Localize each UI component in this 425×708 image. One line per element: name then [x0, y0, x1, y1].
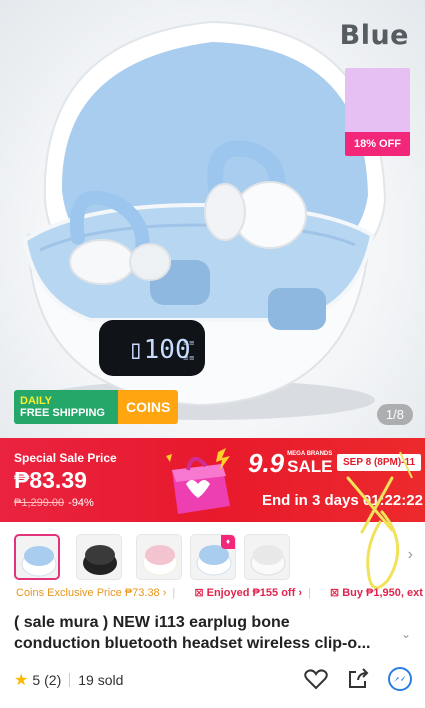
- special-sale-label: Special Sale Price: [14, 451, 117, 465]
- divider: [69, 673, 71, 687]
- svg-text:≡≡: ≡≡: [183, 339, 195, 347]
- sale-event-logo: 9.9 MEGA BRANDS SALE: [248, 450, 333, 476]
- rating-count: (2): [44, 672, 62, 688]
- voucher-icon: ⊠: [194, 587, 204, 599]
- sale-price: ₱83.39: [14, 467, 87, 493]
- sold-count: 19 sold: [78, 672, 124, 688]
- earbuds-case-illustration: ▯100 ≡≡ ≡≡: [22, 20, 387, 420]
- messenger-icon[interactable]: [387, 666, 413, 692]
- coins-label: COINS: [118, 390, 179, 424]
- share-icon[interactable]: [345, 666, 371, 692]
- heart-icon[interactable]: [303, 666, 329, 692]
- enjoyed-discount-promo[interactable]: ⊠ Enjoyed ₱155 off ›: [194, 586, 302, 599]
- product-actions: [303, 666, 413, 692]
- chevron-right-icon[interactable]: ›: [408, 546, 413, 564]
- rating-score: 5: [32, 672, 41, 688]
- product-image[interactable]: ▯100 ≡≡ ≡≡ Blue 18% OFF DAILY FREE SHIPP…: [0, 0, 425, 438]
- product-title[interactable]: ( sale mura ) NEW i113 earplug bone cond…: [14, 612, 394, 654]
- hot-tag-icon: ♦: [221, 535, 235, 549]
- event-sale-word: SALE: [287, 457, 333, 476]
- chevron-down-icon[interactable]: ⌄: [401, 627, 411, 641]
- discount-percent: -94%: [68, 497, 94, 509]
- bundle-deal-promo[interactable]: ⊠ Buy ₱1,950, ext: [330, 586, 423, 599]
- product-title-line2: conduction bluetooth headset wireless cl…: [14, 635, 371, 652]
- variant-thumbnail[interactable]: [244, 534, 290, 580]
- promotions-strip: Coins Exclusive Price ₱73.38 › | ⊠ Enjoye…: [16, 586, 423, 599]
- variant-thumbnail[interactable]: [14, 534, 60, 580]
- voucher-icon: ⊠: [329, 587, 340, 599]
- image-counter: 1/8: [376, 404, 413, 425]
- coins-price-promo[interactable]: Coins Exclusive Price ₱73.38 ›: [16, 587, 166, 599]
- gift-bag-icon: [166, 448, 230, 514]
- free-shipping-label: FREE SHIPPING: [20, 407, 105, 419]
- rating-row[interactable]: ★ 5 (2) 19 sold: [14, 670, 123, 690]
- free-shipping-badge: DAILY FREE SHIPPING COINS: [14, 390, 179, 424]
- product-title-line1: ( sale mura ) NEW i113 earplug bone: [14, 614, 290, 631]
- svg-text:▯100: ▯100: [128, 335, 191, 365]
- svg-text:≡≡: ≡≡: [183, 354, 195, 362]
- variant-thumbnail[interactable]: [136, 534, 182, 580]
- variant-thumbnail[interactable]: [76, 534, 122, 580]
- variant-thumbnail-strip: ♦ ›: [0, 528, 425, 586]
- variant-color-label: Blue: [339, 20, 409, 51]
- event-number: 9.9: [248, 448, 285, 478]
- variant-thumbnail[interactable]: ♦: [190, 534, 236, 580]
- original-price: ₱1,299.00: [14, 497, 65, 509]
- original-price-row: ₱1,299.00 -94%: [14, 497, 94, 509]
- discount-badge: 18% OFF: [345, 132, 410, 156]
- daily-label: DAILY: [20, 395, 52, 407]
- star-icon: ★: [14, 672, 29, 689]
- variant-discount-card[interactable]: 18% OFF: [345, 68, 410, 156]
